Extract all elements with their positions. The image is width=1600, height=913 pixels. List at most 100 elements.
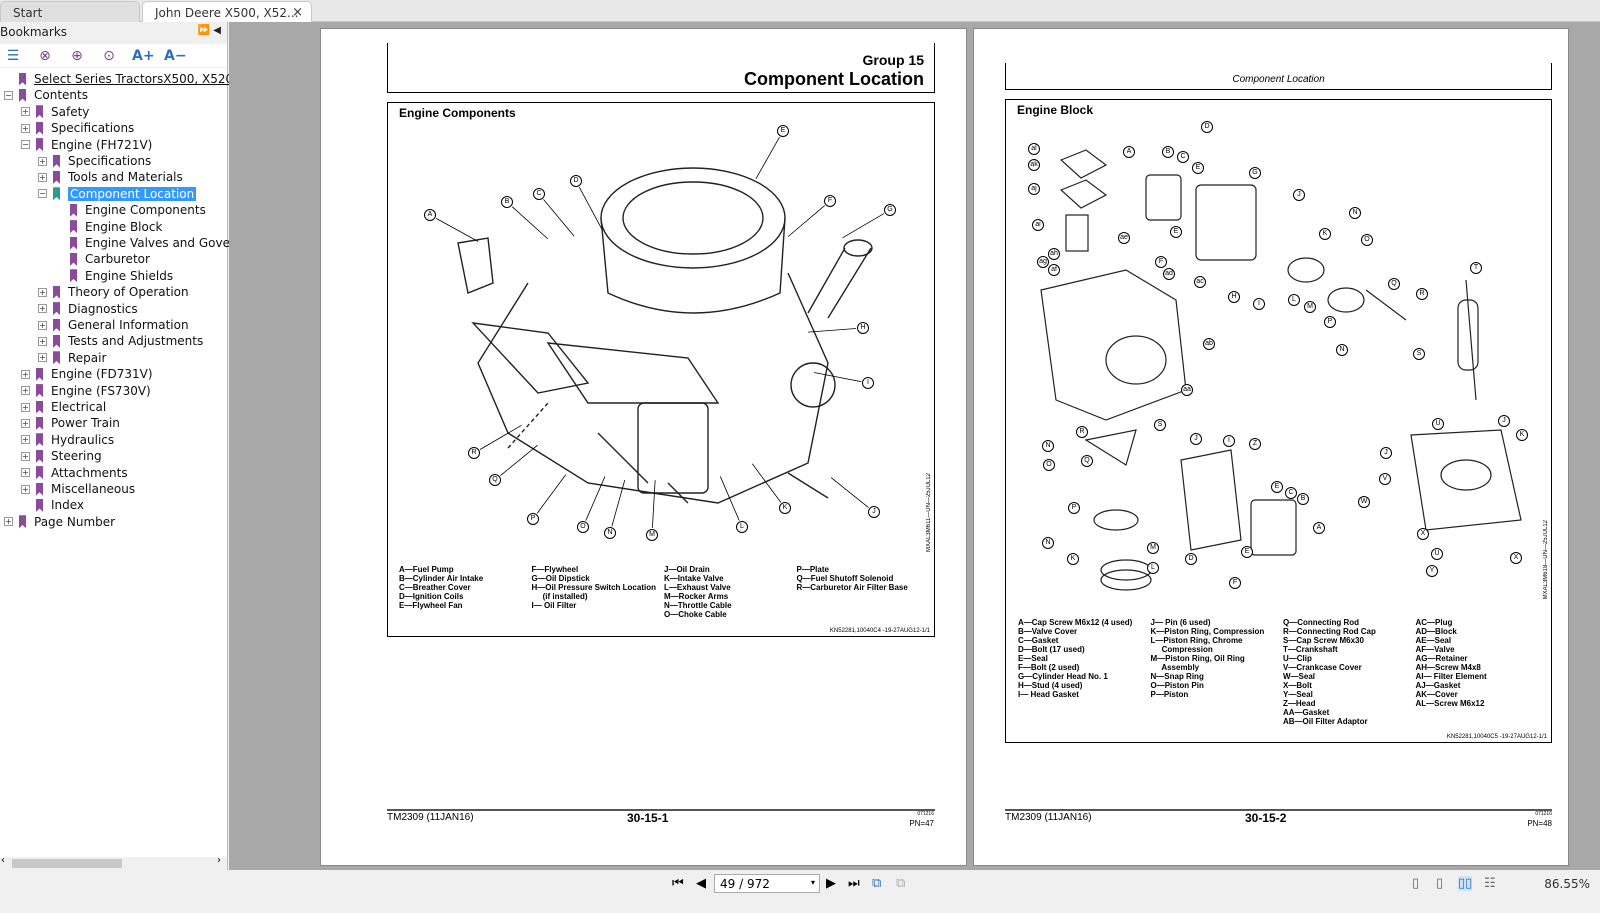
callout-label: W [1358,496,1370,508]
next-page-icon[interactable]: ▶ [826,876,836,891]
find-bookmark-icon[interactable]: ⊙ [100,48,118,64]
next-view-icon[interactable]: ⧉ [896,876,905,891]
leader-line [500,444,538,476]
legend-column: J—Oil Drain K—Intake Valve L—Exhaust Valve… [664,565,797,619]
footer-manual-id: TM2309 (11JAN16) [1005,812,1092,823]
bookmark-list-icon[interactable]: ☰ [4,48,22,64]
bookmark-item[interactable]: + Steering [21,448,102,464]
bookmark-item[interactable]: Index [21,497,84,513]
expand-icon[interactable]: + [38,304,47,314]
bookmark-label: Index [51,498,85,513]
remove-bookmark-icon[interactable]: ⊗ [36,48,54,64]
callout-label: J [1190,433,1202,445]
tab-document[interactable]: John Deere X500, X52... × [142,1,312,22]
bookmark-item[interactable]: − Contents [4,87,88,103]
bookmark-item[interactable]: + Theory of Operation [38,284,189,300]
bookmark-label: Repair [68,350,107,365]
single-page-view-icon[interactable]: ▯ [1412,876,1419,891]
bookmark-item[interactable]: Carburetor [55,251,150,267]
bookmark-item[interactable]: + Engine (FS730V) [21,383,151,399]
expand-icon[interactable]: + [21,386,30,396]
callout-label: B [1297,493,1309,505]
page-number-input[interactable]: 49 / 972 ▾ [714,874,820,893]
previous-page-icon[interactable]: ◀ [696,876,706,891]
bookmark-item[interactable]: + Specifications [21,120,134,136]
continuous-view-icon[interactable]: ▯ [1436,876,1443,891]
add-bookmark-icon[interactable]: ⊕ [68,48,86,64]
expand-icon[interactable]: + [38,336,47,346]
bookmark-item[interactable]: + Hydraulics [21,432,114,448]
expand-icon[interactable]: + [38,156,47,166]
legend-entry: S—Cap Screw M6x30 [1283,636,1364,645]
callout-label: K [779,502,791,514]
collapse-icon[interactable]: − [4,90,13,100]
bookmark-label: Specifications [68,154,152,168]
bookmark-item[interactable]: + Attachments [21,465,128,481]
bookmark-item[interactable]: − Component Location [38,186,197,202]
expand-icon[interactable]: + [21,418,30,428]
bookmark-item[interactable]: − Engine (FH721V) [21,137,152,153]
bookmark-icon [70,203,77,217]
increase-font-icon[interactable]: A+ [132,48,155,64]
bookmark-item[interactable]: + Tests and Adjustments [38,333,203,349]
expand-icon[interactable]: + [21,435,30,445]
bookmark-item[interactable]: Select Series TractorsX500, X520, X5 [4,71,257,87]
close-tab-icon[interactable]: × [292,5,303,20]
bookmark-label: Component Location [68,186,197,201]
callout-label: E [1241,546,1253,558]
collapse-icon[interactable]: − [38,189,47,199]
decrease-font-icon[interactable]: A− [164,48,187,64]
expand-icon[interactable]: + [38,320,47,330]
collapse-icon[interactable]: − [21,140,30,150]
expand-icon[interactable]: + [21,123,30,133]
bookmark-item[interactable]: + Power Train [21,415,120,431]
bookmark-item[interactable]: Engine Valves and Governo [55,235,250,251]
legend-entry: AD—Block [1415,627,1457,636]
panel-collapse-icon[interactable]: ⏩ ◀ [198,25,221,36]
expand-icon[interactable]: + [21,369,30,379]
expand-icon[interactable]: + [38,353,47,363]
last-page-icon[interactable]: ⏭ [848,876,860,891]
bookmark-item[interactable]: + Tools and Materials [38,169,183,185]
legend-entry: H—Stud (4 used) [1018,681,1083,690]
expand-icon[interactable]: + [21,107,30,117]
expand-icon[interactable]: + [21,484,30,494]
callout-label: D [1201,121,1213,133]
bookmark-item[interactable]: + Page Number [4,514,115,530]
figure-legend: A—Cap Screw M6x12 (4 used) B—Valve Cover C… [1018,618,1548,726]
bookmark-item[interactable]: + General Information [38,317,189,333]
first-page-icon[interactable]: ⏮ [672,876,684,891]
expand-icon[interactable]: + [21,468,30,478]
tab-start[interactable]: Start [0,1,140,22]
expand-icon[interactable]: + [4,517,13,527]
expand-icon[interactable]: + [38,287,47,297]
footer-pn: PN=47 [909,819,934,828]
bookmark-item[interactable]: + Electrical [21,399,106,415]
footer-date: 071216 [917,811,934,817]
horizontal-scrollbar[interactable]: ‹ › [0,855,227,870]
two-page-view-icon[interactable]: ▯▯ [1458,876,1473,891]
bookmark-item[interactable]: + Engine (FD731V) [21,366,153,382]
two-page-continuous-icon[interactable]: ☷ [1484,876,1496,891]
dropdown-icon[interactable]: ▾ [811,878,815,887]
bookmark-item[interactable]: + Repair [38,350,106,366]
bookmark-label: Carburetor [85,252,150,267]
previous-view-icon[interactable]: ⧉ [872,876,881,891]
bookmark-item[interactable]: + Specifications [38,153,151,169]
scrollbar-thumb[interactable] [12,859,122,868]
legend-entry: P—Piston [1150,690,1189,699]
bookmark-toolbar: ☰ ⊗ ⊕ ⊙ A+ A− [0,44,227,68]
bookmark-item[interactable]: Engine Shields [55,268,173,284]
bookmark-item[interactable]: Engine Block [55,219,162,235]
expand-icon[interactable]: + [21,451,30,461]
document-viewer[interactable]: Group 15 Component Location Engine Compo… [229,22,1600,870]
bookmark-item[interactable]: + Diagnostics [38,301,138,317]
expand-icon[interactable]: + [38,172,47,182]
bookmark-item[interactable]: + Safety [21,104,89,120]
zoom-level[interactable]: 86.55% [1544,877,1590,891]
bookmark-item[interactable]: + Miscellaneous [21,481,135,497]
bookmark-item[interactable]: Engine Components [55,202,206,218]
figure-legend: A—Fuel Pump B—Cylinder Air Intake C—Breath… [399,565,929,619]
expand-icon[interactable]: + [21,402,30,412]
panel-title: Bookmarks [0,25,68,39]
